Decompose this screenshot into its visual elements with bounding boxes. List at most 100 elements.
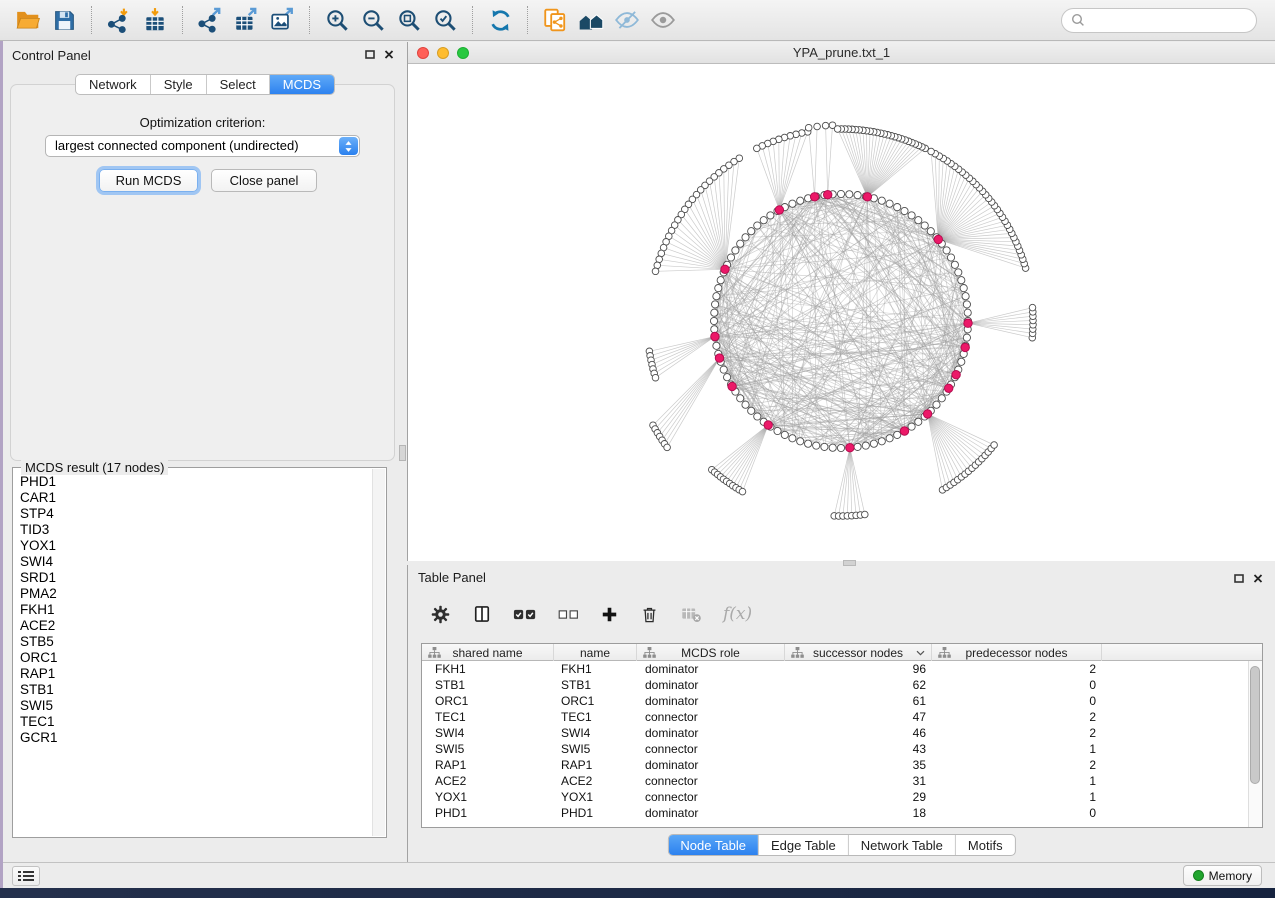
mcds-node-item[interactable]: FKH1 [13, 602, 372, 618]
mcds-node-item[interactable]: YOX1 [13, 538, 372, 554]
table-row[interactable]: SWI4SWI4dominator462 [422, 725, 1262, 741]
mcds-node-item[interactable]: ACE2 [13, 618, 372, 634]
tab-network-table[interactable]: Network Table [848, 835, 955, 855]
column-header-predecessor-nodes[interactable]: predecessor nodes [932, 644, 1102, 661]
table-row[interactable]: ORC1ORC1dominator610 [422, 693, 1262, 709]
window-minimize-button[interactable] [437, 47, 449, 59]
delete-column-icon[interactable] [640, 605, 659, 624]
network-graph[interactable] [408, 64, 1274, 560]
network-window: YPA_prune.txt_1 [407, 42, 1275, 561]
close-panel-icon[interactable] [1253, 574, 1263, 583]
mcds-node-item[interactable]: ORC1 [13, 650, 372, 666]
mcds-node-item[interactable]: SWI5 [13, 698, 372, 714]
export-network-icon[interactable] [192, 3, 228, 37]
shared-column-icon [938, 647, 951, 658]
table-row[interactable]: TEC1TEC1connector472 [422, 709, 1262, 725]
mcds-node-item[interactable]: STP4 [13, 506, 372, 522]
function-builder-icon[interactable]: f(x) [723, 604, 752, 624]
zoom-fit-icon[interactable] [391, 3, 427, 37]
mcds-node-item[interactable]: GCR1 [13, 730, 372, 746]
dropdown-stepper-icon [339, 137, 358, 155]
table-row[interactable]: RAP1RAP1dominator352 [422, 757, 1262, 773]
mcds-node-item[interactable]: SWI4 [13, 554, 372, 570]
table-row[interactable]: ACE2ACE2connector311 [422, 773, 1262, 789]
criterion-dropdown-value: largest connected component (undirected) [55, 138, 299, 153]
mcds-node-item[interactable]: STB5 [13, 634, 372, 650]
mcds-node-item[interactable]: SRD1 [13, 570, 372, 586]
select-all-checkboxes-icon[interactable] [513, 607, 537, 622]
eye-slash-icon[interactable] [609, 3, 645, 37]
task-history-button[interactable] [12, 866, 40, 886]
zoom-in-icon[interactable] [319, 3, 355, 37]
mcds-node-item[interactable]: RAP1 [13, 666, 372, 682]
settings-gear-icon[interactable] [430, 604, 451, 625]
mcds-result-list[interactable]: PHD1CAR1STP4TID3YOX1SWI4SRD1PMA2FKH1ACE2… [13, 474, 372, 835]
clone-network-icon[interactable] [537, 3, 573, 37]
table-scrollbar-thumb[interactable] [1250, 666, 1260, 784]
memory-button[interactable]: Memory [1183, 865, 1262, 886]
tab-select[interactable]: Select [206, 75, 269, 94]
mcds-node-item[interactable]: PHD1 [13, 474, 372, 490]
table-scrollbar[interactable] [1248, 661, 1262, 827]
tab-node-table[interactable]: Node Table [668, 835, 758, 855]
search-field[interactable] [1061, 8, 1257, 33]
mcds-node-item[interactable]: TEC1 [13, 714, 372, 730]
table-row[interactable]: YOX1YOX1connector291 [422, 789, 1262, 805]
control-panel: Control Panel NetworkStyleSelectMCDS Opt… [3, 41, 406, 862]
tab-style[interactable]: Style [150, 75, 206, 94]
eye-icon[interactable] [645, 3, 681, 37]
close-panel-button[interactable]: Close panel [211, 169, 317, 192]
network-window-titlebar[interactable]: YPA_prune.txt_1 [408, 42, 1275, 64]
float-panel-icon[interactable] [365, 50, 375, 59]
window-zoom-button[interactable] [457, 47, 469, 59]
search-input[interactable] [1090, 12, 1249, 28]
window-close-button[interactable] [417, 47, 429, 59]
tab-mcds[interactable]: MCDS [269, 75, 334, 94]
houses-icon[interactable] [573, 3, 609, 37]
run-mcds-button[interactable]: Run MCDS [99, 169, 198, 192]
mcds-node-item[interactable]: PMA2 [13, 586, 372, 602]
add-column-icon[interactable] [600, 605, 619, 624]
mcds-node-item[interactable]: CAR1 [13, 490, 372, 506]
toolbar-separator [472, 6, 473, 34]
table-panel-title: Table Panel [418, 570, 486, 585]
import-table-icon[interactable] [137, 3, 173, 37]
table-row[interactable]: PHD1PHD1dominator180 [422, 805, 1262, 821]
table-row[interactable]: SWI5SWI5connector431 [422, 741, 1262, 757]
mcds-node-item[interactable]: STB1 [13, 682, 372, 698]
column-header-shared-name[interactable]: shared name [422, 644, 554, 661]
search-icon [1071, 13, 1085, 27]
criterion-dropdown[interactable]: largest connected component (undirected) [45, 135, 360, 157]
open-file-icon[interactable] [10, 3, 46, 37]
refresh-view-icon[interactable] [482, 3, 518, 37]
tab-motifs[interactable]: Motifs [955, 835, 1015, 855]
zoom-out-icon[interactable] [355, 3, 391, 37]
shared-column-icon [643, 647, 656, 658]
tab-network[interactable]: Network [76, 75, 150, 94]
column-header-successor-nodes[interactable]: successor nodes [785, 644, 932, 661]
show-columns-icon[interactable] [472, 604, 492, 624]
column-header-name[interactable]: name [554, 644, 637, 661]
mcds-node-item[interactable]: TID3 [13, 522, 372, 538]
status-bar: Memory [3, 862, 1275, 888]
mcds-result-title: MCDS result (17 nodes) [21, 460, 168, 475]
shared-column-icon [791, 647, 804, 658]
save-session-icon[interactable] [46, 3, 82, 37]
deselect-all-checkboxes-icon[interactable] [558, 608, 579, 621]
vertical-splitter-handle[interactable] [399, 445, 406, 461]
delete-table-icon[interactable] [680, 603, 702, 625]
horizontal-splitter-handle[interactable] [843, 560, 856, 566]
zoom-selected-icon[interactable] [427, 3, 463, 37]
float-panel-icon[interactable] [1234, 574, 1244, 583]
table-tabs: Node TableEdge TableNetwork TableMotifs [667, 834, 1015, 856]
column-header-MCDS-role[interactable]: MCDS role [637, 644, 785, 661]
export-image-icon[interactable] [264, 3, 300, 37]
sort-chevron-icon[interactable] [916, 650, 925, 656]
import-network-icon[interactable] [101, 3, 137, 37]
table-row[interactable]: STB1STB1dominator620 [422, 677, 1262, 693]
table-row[interactable]: FKH1FKH1dominator962 [422, 661, 1262, 677]
tab-edge-table[interactable]: Edge Table [758, 835, 848, 855]
export-table-icon[interactable] [228, 3, 264, 37]
close-panel-icon[interactable] [384, 50, 394, 59]
mcds-list-scrollbar[interactable] [372, 469, 385, 836]
